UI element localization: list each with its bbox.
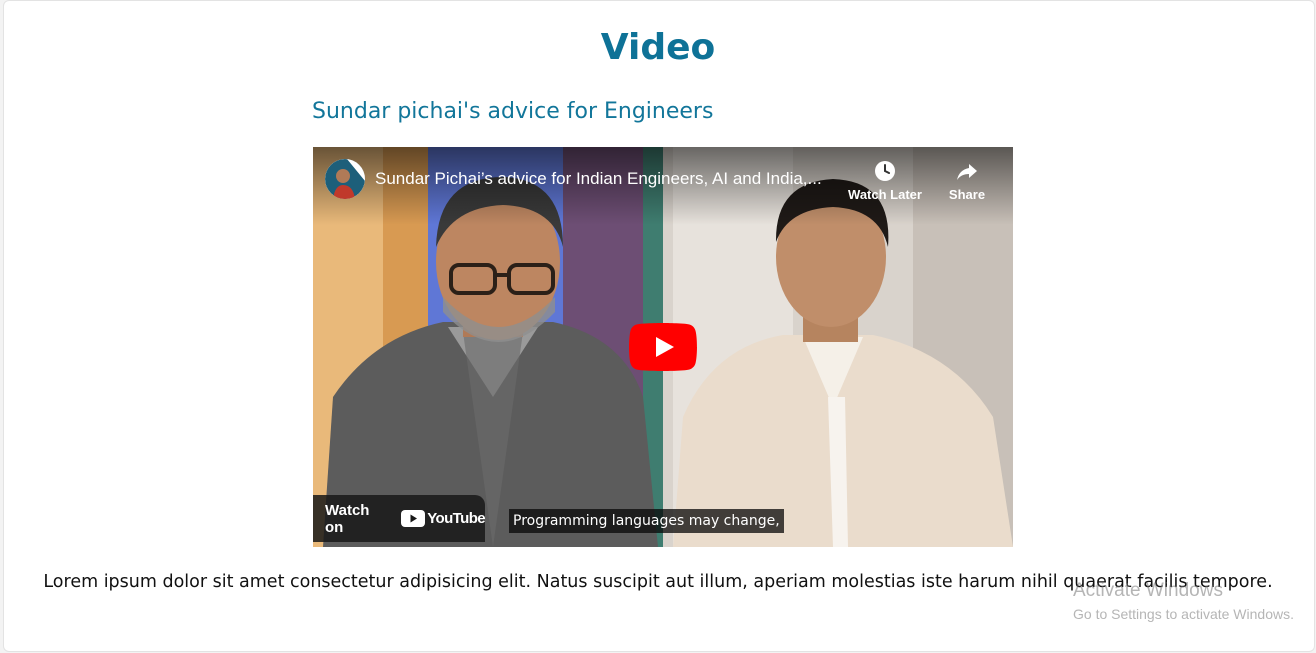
share-button[interactable]: Share	[937, 159, 997, 202]
video-player-title[interactable]: Sundar Pichai’s advice for Indian Engine…	[375, 167, 845, 191]
watermark-title: Activate Windows	[1073, 580, 1223, 601]
avatar-image	[325, 159, 365, 199]
watch-on-label: Watch on	[325, 501, 370, 536]
watch-later-button[interactable]: Watch Later	[843, 159, 927, 202]
watch-on-youtube-link[interactable]: Watch on YouTube	[313, 495, 486, 542]
youtube-logo-text: YouTube	[427, 510, 485, 527]
video-heading: Sundar pichai's advice for Engineers	[312, 99, 714, 124]
share-label: Share	[948, 187, 986, 202]
page-title: Video	[600, 27, 716, 68]
watermark-subtitle: Go to Settings to activate Windows.	[1073, 606, 1294, 622]
watch-later-label: Watch Later	[848, 187, 922, 202]
channel-avatar[interactable]	[325, 159, 365, 199]
share-arrow-icon	[957, 164, 977, 180]
clock-icon	[875, 161, 895, 181]
youtube-embed[interactable]: Sundar Pichai’s advice for Indian Engine…	[313, 147, 1013, 547]
activate-windows-watermark: Activate Windows Go to Settings to activ…	[1073, 580, 1294, 624]
youtube-logo: YouTube	[401, 510, 486, 527]
video-caption: Programming languages may change,	[509, 509, 784, 533]
play-icon[interactable]	[629, 323, 697, 371]
youtube-play-logo-icon	[401, 510, 426, 527]
